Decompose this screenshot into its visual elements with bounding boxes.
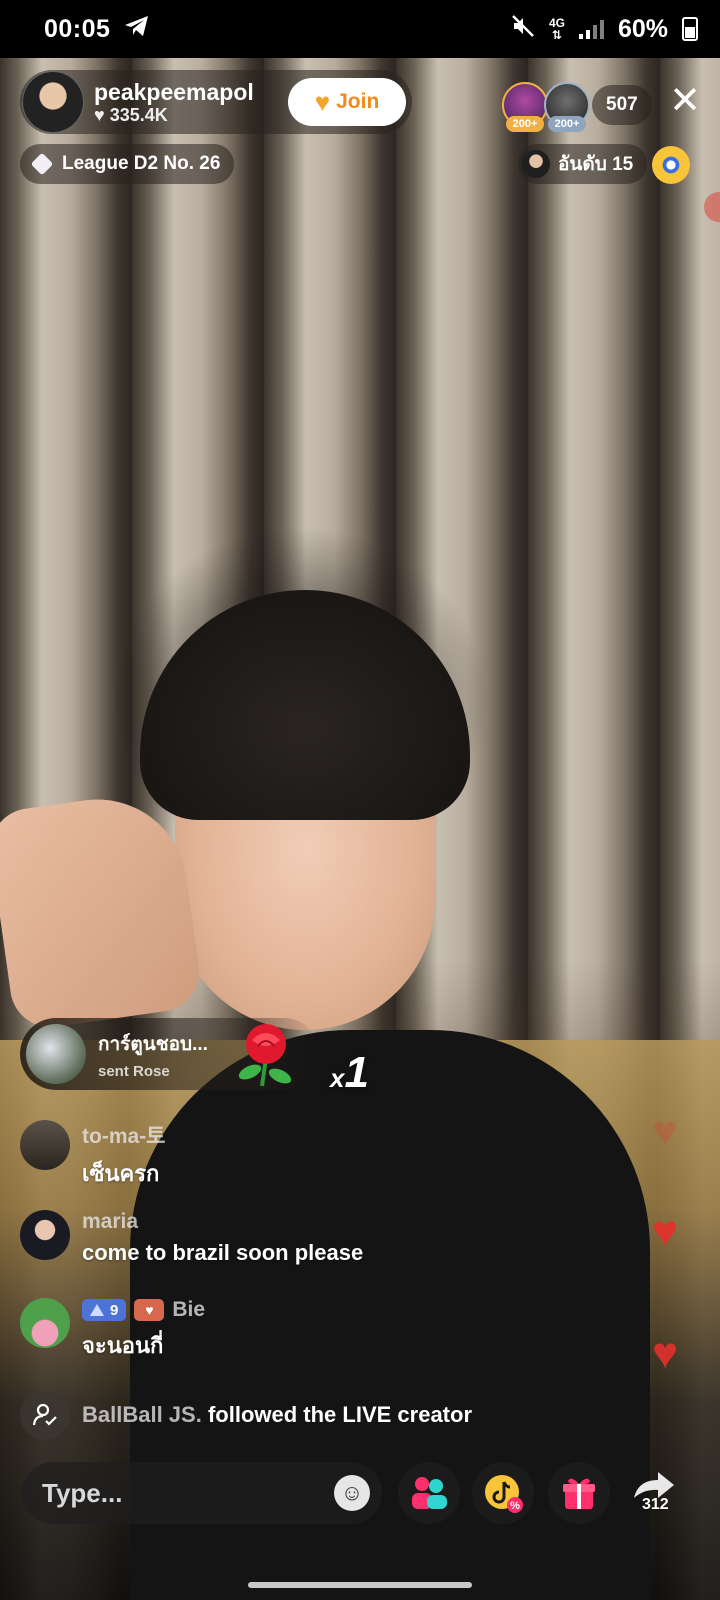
person-check-icon — [20, 1390, 70, 1440]
diamond-icon — [30, 152, 54, 176]
viewer-avatar[interactable]: 200+ — [544, 82, 590, 132]
comment-text: เซ็นครก — [82, 1161, 160, 1186]
event-icon[interactable] — [652, 146, 690, 184]
mute-icon — [511, 14, 535, 45]
triangle-icon — [90, 1304, 104, 1316]
viewer-badge: 200+ — [548, 116, 586, 132]
floating-hearts: ♥ ♥ ♥ — [648, 1110, 708, 1410]
bottom-bar: ☺ % 312 — [0, 1456, 720, 1536]
battery-percent: 60% — [617, 14, 668, 43]
level-badge: 9 — [82, 1299, 127, 1321]
heart-plus-icon: ♥ — [314, 87, 331, 117]
host-avatar[interactable] — [22, 71, 84, 133]
share-button[interactable]: 312 — [628, 1468, 692, 1524]
tiktok-coupon-icon: % — [485, 1475, 523, 1513]
host-info-pill[interactable]: peakpeemapol ♥ 335.4K ♥ Join — [20, 70, 412, 134]
top-viewers[interactable]: 200+ 200+ 507 — [502, 82, 652, 132]
viewer-badge: 200+ — [506, 116, 544, 132]
network-type: 4G ⇅ — [548, 16, 565, 42]
telegram-icon — [124, 15, 150, 44]
comment-item[interactable]: to-ma-토 เซ็นครก — [20, 1120, 660, 1191]
join-button[interactable]: ♥ Join — [288, 78, 406, 126]
viewer-avatar[interactable]: 200+ — [502, 82, 548, 132]
heart-icon: ♥ — [94, 104, 105, 125]
status-time: 00:05 — [44, 14, 111, 43]
comment-item[interactable]: maria come to brazil soon please — [20, 1210, 660, 1266]
gift-action: sent Rose — [98, 1062, 170, 1080]
gift-sender-name: การ์ตูนชอบ... — [98, 1033, 208, 1055]
comment-text: จะนอนกี่ — [82, 1333, 164, 1358]
status-bar: 00:05 4G ⇅ 60% — [0, 0, 720, 58]
league-pill[interactable]: League D2 No. 26 — [20, 144, 235, 184]
comment-username-row: 9 ♥ Bie — [82, 1298, 205, 1322]
streamer-arm — [0, 787, 205, 1033]
gift-button[interactable] — [548, 1462, 610, 1524]
heart-icon: ♥ — [652, 1207, 679, 1256]
comment-username[interactable]: to-ma-토 — [82, 1120, 165, 1150]
home-indicator[interactable] — [248, 1582, 472, 1588]
streamer-hair — [140, 590, 470, 820]
heart-icon: ♥ — [652, 1107, 679, 1156]
comment-username[interactable]: maria — [82, 1210, 363, 1234]
follow-event: BallBall JS. followed the LIVE creator — [20, 1390, 472, 1440]
close-icon[interactable]: ✕ — [666, 82, 704, 120]
heart-icon: ♥ — [652, 1329, 679, 1378]
emoji-icon[interactable]: ☺ — [334, 1475, 370, 1511]
comment-text: come to brazil soon please — [82, 1240, 364, 1265]
share-count: 312 — [642, 1496, 669, 1513]
people-icon — [412, 1477, 447, 1509]
follow-username[interactable]: BallBall JS. — [82, 1402, 202, 1427]
follow-text: BallBall JS. followed the LIVE creator — [82, 1402, 472, 1428]
rank-pill[interactable]: อันดับ 15 — [518, 144, 648, 184]
host-likes-count: 335.4K — [109, 104, 168, 125]
host-name: peakpeemapol — [94, 78, 254, 105]
multi-guest-button[interactable] — [398, 1462, 460, 1524]
league-label: League D2 No. 26 — [62, 153, 221, 174]
comment-item[interactable]: 9 ♥ Bie จะนอนกี่ — [20, 1298, 660, 1363]
viewer-count[interactable]: 507 — [592, 85, 652, 125]
rank-avatar — [522, 150, 550, 178]
comment-avatar[interactable] — [20, 1210, 70, 1260]
comment-avatar[interactable] — [20, 1120, 70, 1170]
join-label: Join — [336, 90, 380, 113]
gift-icon — [563, 1478, 595, 1509]
rank-label: อันดับ 15 — [558, 154, 634, 175]
comment-avatar[interactable] — [20, 1298, 70, 1348]
comment-username[interactable]: Bie — [172, 1298, 205, 1322]
signal-icon — [578, 19, 604, 39]
gift-sender-avatar — [26, 1024, 86, 1084]
battery-icon — [682, 17, 698, 41]
promo-button[interactable]: % — [472, 1462, 534, 1524]
rose-gift-icon — [236, 1022, 298, 1088]
svg-text:%: % — [510, 1500, 520, 1512]
follow-message: followed the LIVE creator — [207, 1402, 473, 1427]
host-likes: ♥ 335.4K — [94, 105, 254, 126]
fan-badge-icon: ♥ — [134, 1299, 165, 1321]
gift-multiplier: x1 — [330, 1048, 369, 1097]
comment-input[interactable] — [22, 1462, 382, 1524]
